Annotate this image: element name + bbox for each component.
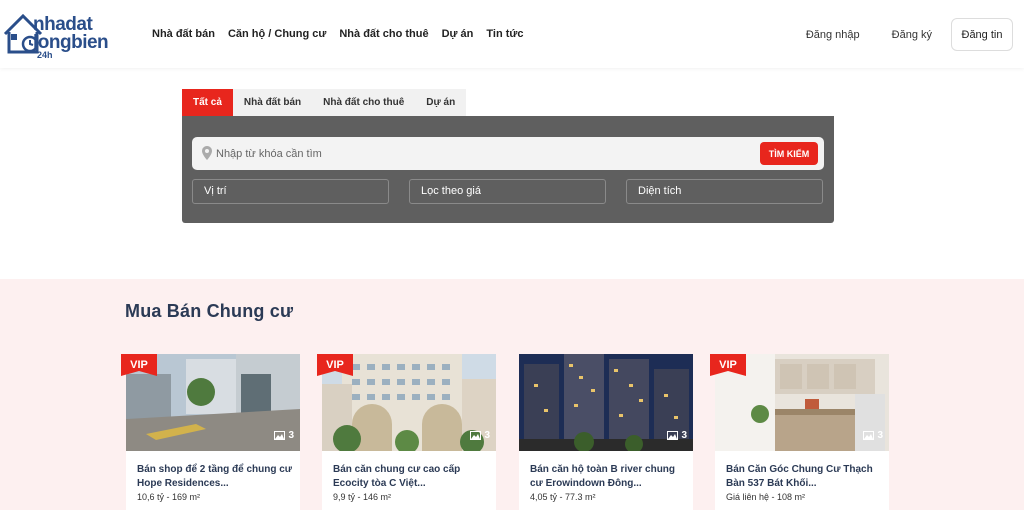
nav-tin-tuc[interactable]: Tin tức [486, 28, 523, 40]
location-filter[interactable]: Vị trí [192, 179, 389, 204]
listing-card[interactable]: 3 Bán căn hộ toàn B river chung cư Erowi… [519, 354, 693, 510]
photo-count: 3 [863, 430, 883, 441]
register-link[interactable]: Đăng ký [892, 29, 932, 41]
vip-badge: VIP [121, 354, 157, 376]
tab-nha-dat-ban[interactable]: Nhà đất bán [232, 89, 313, 116]
post-listing-button[interactable]: Đăng tin [951, 18, 1013, 51]
tab-all[interactable]: Tất cả [182, 89, 233, 116]
price-filter[interactable]: Lọc theo giá [409, 179, 606, 204]
vip-badge: VIP [710, 354, 746, 376]
map-pin-icon [202, 146, 212, 160]
tab-nha-dat-cho-thue[interactable]: Nhà đất cho thuê [312, 89, 416, 116]
vip-label: VIP [130, 359, 148, 371]
photo-count-value: 3 [484, 430, 490, 441]
search-tabs: Tất cả Nhà đất bán Nhà đất cho thuê Dự á… [182, 89, 467, 116]
image-icon [470, 431, 482, 440]
listing-title[interactable]: Bán căn hộ toàn B river chung cư Erowind… [530, 463, 686, 491]
listing-title[interactable]: Bán Căn Góc Chung Cư Thạch Bàn 537 Bát K… [726, 463, 882, 491]
nav-nha-dat-ban[interactable]: Nhà đất bán [152, 28, 215, 40]
area-filter[interactable]: Diện tích [626, 179, 823, 204]
listing-card[interactable]: VIP 3 Bán căn chung cư cao cấp Ecocity t… [317, 354, 496, 510]
search-button[interactable]: TÌM KIẾM [760, 142, 818, 165]
search-panel: TÌM KIẾM Vị trí Lọc theo giá Diện tích [182, 116, 834, 223]
tab-du-an[interactable]: Dự án [415, 89, 467, 116]
login-link[interactable]: Đăng nhập [806, 29, 860, 41]
section-title: Mua Bán Chung cư [125, 301, 294, 321]
listing-price-area: Giá liên hệ - 108 m² [726, 492, 806, 502]
vip-badge: VIP [317, 354, 353, 376]
search-bar: TÌM KIẾM [192, 137, 824, 170]
listing-price-area: 9,9 tỷ - 146 m² [333, 492, 392, 502]
photo-count-value: 3 [288, 430, 294, 441]
image-icon [274, 431, 286, 440]
photo-count-value: 3 [681, 430, 687, 441]
photo-count: 3 [667, 430, 687, 441]
logo-suffix: 24h [37, 50, 53, 60]
vip-label: VIP [719, 359, 737, 371]
listing-price-area: 10,6 tỷ - 169 m² [137, 492, 201, 502]
listing-price-area: 4,05 tỷ - 77.3 m² [530, 492, 596, 502]
nav-can-ho-chung-cu[interactable]: Căn hộ / Chung cư [228, 28, 326, 40]
nav-nha-dat-cho-thue[interactable]: Nhà đất cho thuê [339, 28, 428, 40]
apartment-listings-section: Mua Bán Chung cư VIP 3 Bán shop để 2 tần… [0, 279, 1024, 510]
vip-label: VIP [326, 359, 344, 371]
site-logo[interactable]: nhadat longbien 24h [3, 10, 128, 60]
image-icon [863, 431, 875, 440]
auth-area: Đăng nhập Đăng ký Đăng tin [806, 18, 1013, 51]
photo-count: 3 [470, 430, 490, 441]
search-input[interactable] [216, 137, 746, 170]
nav-du-an[interactable]: Dự án [442, 28, 474, 40]
listing-card[interactable]: VIP 3 Bán Căn Góc Chung Cư Thạch Bàn 537… [710, 354, 889, 510]
listing-title[interactable]: Bán shop để 2 tầng để chung cư Hope Resi… [137, 463, 293, 491]
listing-card[interactable]: VIP 3 Bán shop để 2 tầng để chung cư Hop… [121, 354, 300, 510]
photo-count-value: 3 [877, 430, 883, 441]
main-nav: Nhà đất bán Căn hộ / Chung cư Nhà đất ch… [152, 28, 524, 40]
listing-title[interactable]: Bán căn chung cư cao cấp Ecocity tòa C V… [333, 463, 489, 491]
image-icon [667, 431, 679, 440]
site-header: nhadat longbien 24h Nhà đất bán Căn hộ /… [0, 0, 1024, 68]
photo-count: 3 [274, 430, 294, 441]
